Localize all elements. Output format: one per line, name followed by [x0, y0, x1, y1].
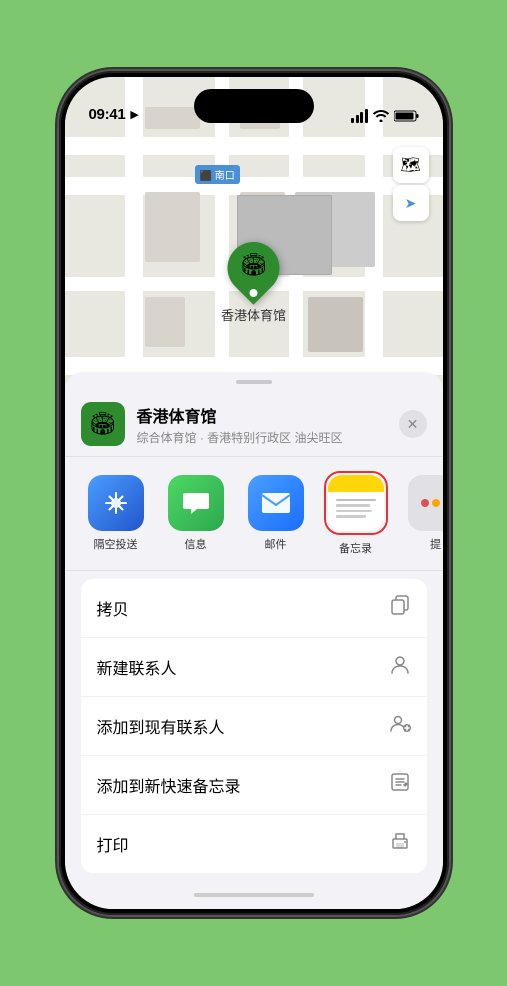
share-row: 隔空投送 信息	[65, 457, 443, 571]
phone-screen: 09:41 ▶	[65, 77, 443, 909]
share-item-airdrop[interactable]: 隔空投送	[81, 475, 151, 552]
action-rows: 拷贝 新建联系人	[81, 579, 427, 873]
notes-highlight-border	[324, 471, 388, 535]
venue-name: 香港体育馆	[137, 403, 387, 427]
share-label-mail: 邮件	[265, 536, 287, 552]
south-gate-label: ⬛ 南口	[195, 165, 240, 184]
location-button[interactable]: ➤	[393, 185, 429, 221]
venue-subtitle: 综合体育馆 · 香港特别行政区 油尖旺区	[137, 429, 387, 446]
wifi-icon	[373, 110, 389, 122]
sheet-handle	[236, 380, 272, 384]
map-marker[interactable]: 🏟 香港体育馆	[221, 237, 286, 324]
home-indicator	[65, 881, 443, 909]
notes-icon	[328, 475, 384, 531]
map-controls: 🗺 ➤	[393, 147, 429, 221]
sheet-header: 🏟 香港体育馆 综合体育馆 · 香港特别行政区 油尖旺区 ✕	[65, 388, 443, 457]
map-type-icon: 🗺	[400, 155, 420, 175]
mail-icon	[248, 475, 304, 531]
print-icon	[389, 830, 411, 858]
share-item-message[interactable]: 信息	[161, 475, 231, 552]
signal-bars	[351, 109, 368, 123]
share-label-more: 提	[430, 536, 441, 552]
action-label-copy: 拷贝	[97, 596, 129, 620]
share-label-airdrop: 隔空投送	[94, 536, 138, 552]
share-label-message: 信息	[185, 536, 207, 552]
bottom-sheet: 🏟 香港体育馆 综合体育馆 · 香港特别行政区 油尖旺区 ✕	[65, 372, 443, 909]
close-button[interactable]: ✕	[399, 410, 427, 438]
home-bar	[194, 893, 314, 897]
message-icon	[168, 475, 224, 531]
action-label-add-existing: 添加到现有联系人	[97, 714, 225, 738]
action-label-new-contact: 新建联系人	[97, 655, 177, 679]
action-row-new-contact[interactable]: 新建联系人	[81, 638, 427, 697]
add-existing-icon	[389, 712, 411, 740]
map-type-button[interactable]: 🗺	[393, 147, 429, 183]
action-label-quick-note: 添加到新快速备忘录	[97, 773, 241, 797]
phone-frame: 09:41 ▶	[59, 71, 449, 915]
action-row-quick-note[interactable]: 添加到新快速备忘录	[81, 756, 427, 815]
new-contact-icon	[389, 653, 411, 681]
venue-info: 香港体育馆 综合体育馆 · 香港特别行政区 油尖旺区	[137, 403, 387, 446]
action-row-add-existing-contact[interactable]: 添加到现有联系人	[81, 697, 427, 756]
share-item-notes[interactable]: 备忘录	[321, 471, 391, 556]
quick-note-icon	[389, 771, 411, 799]
venue-emoji: 🏟	[89, 411, 117, 437]
share-item-more[interactable]: 提	[401, 475, 443, 552]
airdrop-icon	[88, 475, 144, 531]
action-label-print: 打印	[97, 832, 129, 856]
action-row-print[interactable]: 打印	[81, 815, 427, 873]
more-icon	[408, 475, 443, 531]
share-item-mail[interactable]: 邮件	[241, 475, 311, 552]
status-icons	[351, 109, 419, 123]
location-icon: ➤	[405, 195, 417, 212]
status-time: 09:41	[89, 106, 126, 123]
action-row-copy[interactable]: 拷贝	[81, 579, 427, 638]
marker-emoji: 🏟	[240, 252, 268, 278]
copy-icon	[389, 594, 411, 622]
venue-icon: 🏟	[81, 402, 125, 446]
marker-label: 香港体育馆	[221, 305, 286, 324]
dynamic-island	[194, 89, 314, 123]
share-label-notes: 备忘录	[339, 540, 372, 556]
location-icon: ▶	[130, 108, 138, 121]
battery-icon	[394, 110, 419, 122]
